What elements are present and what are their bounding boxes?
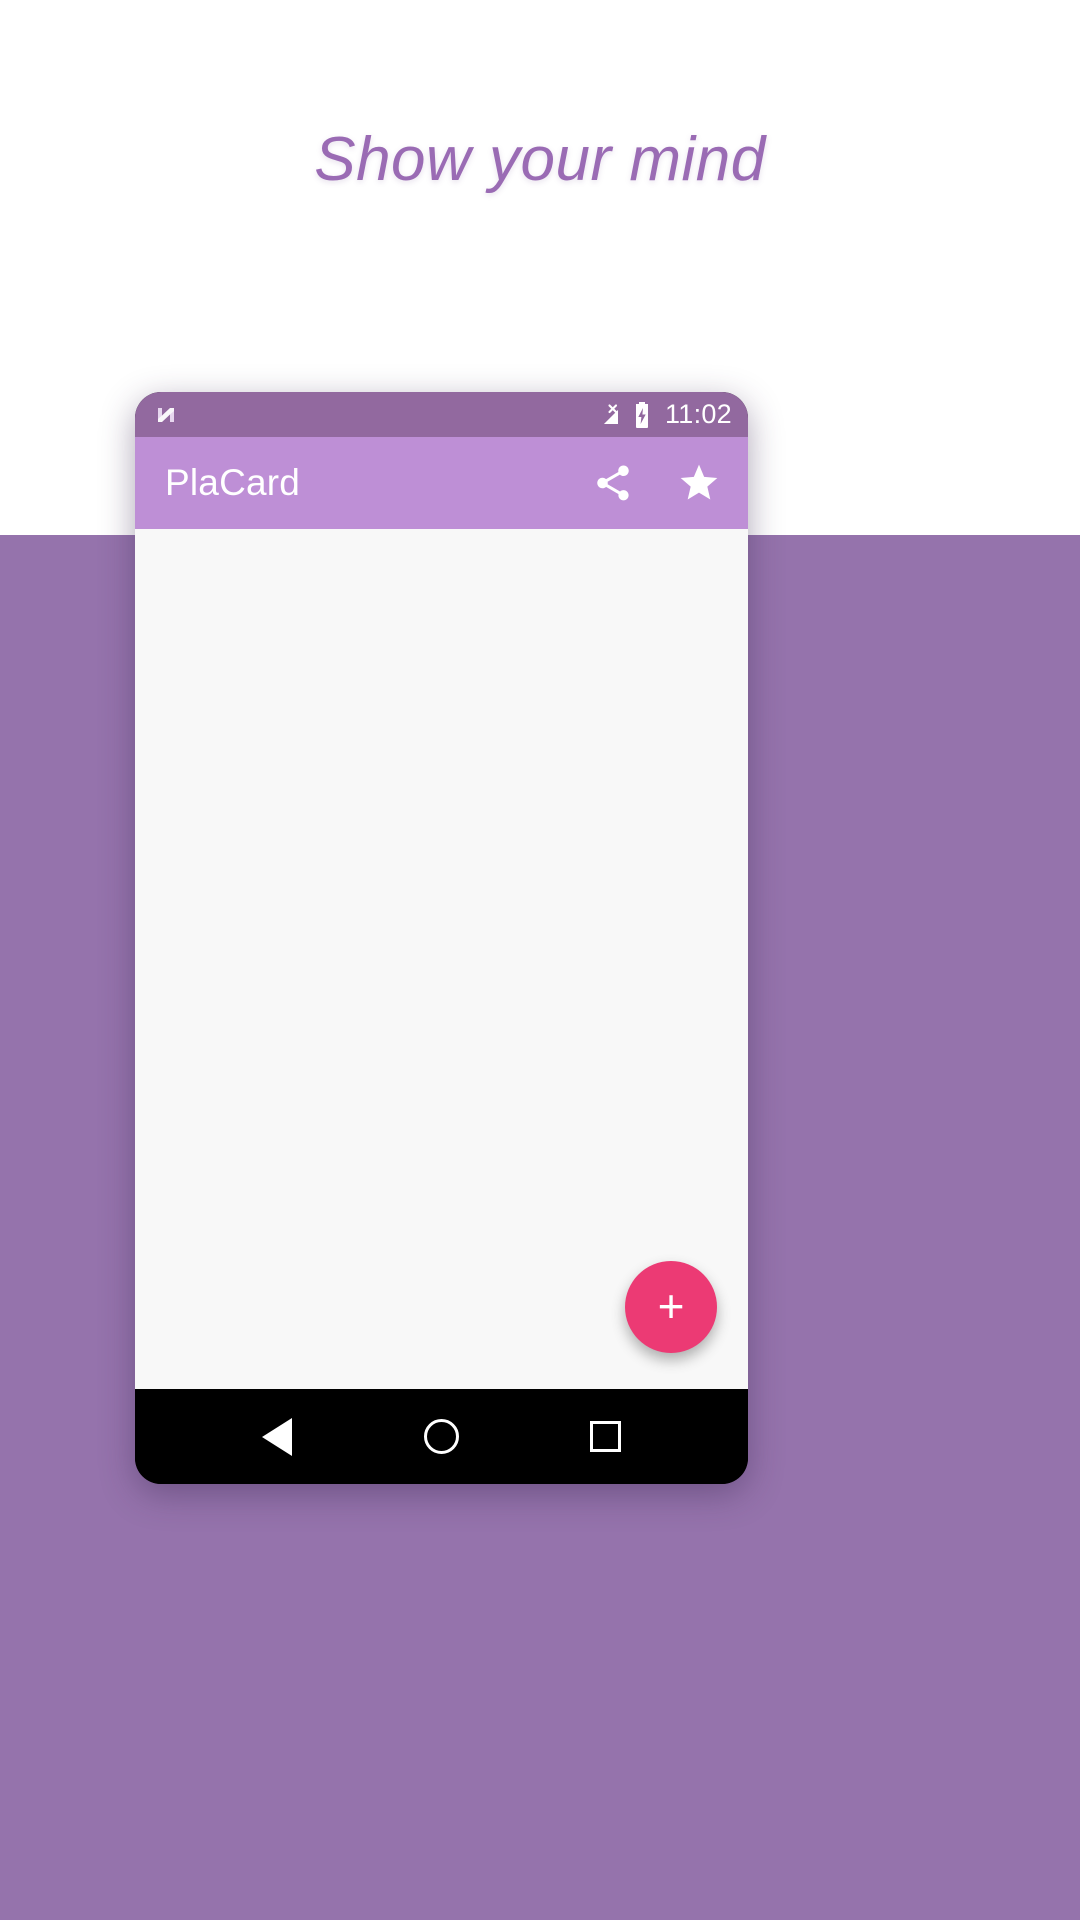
back-triangle-icon <box>262 1417 293 1456</box>
home-circle-icon <box>423 1419 459 1454</box>
system-navigation-bar <box>135 1389 748 1484</box>
share-icon[interactable] <box>590 460 636 506</box>
battery-charging-icon <box>632 401 652 429</box>
promo-headline: Show your mind <box>314 125 766 194</box>
app-bar-actions <box>590 460 722 506</box>
app-bar: PlaCard <box>135 437 748 529</box>
add-card-fab[interactable]: + <box>625 1261 717 1353</box>
status-bar-right: 11:02 <box>597 399 732 430</box>
status-bar-left <box>153 402 597 428</box>
app-title: PlaCard <box>165 462 301 503</box>
android-nougat-n-icon <box>153 402 179 428</box>
status-bar: 11:02 <box>135 392 748 437</box>
star-icon[interactable] <box>676 460 722 506</box>
nav-recents-button[interactable] <box>571 1402 641 1472</box>
nav-back-button[interactable] <box>242 1402 312 1472</box>
plus-icon: + <box>657 1279 685 1332</box>
nav-home-button[interactable] <box>406 1402 476 1472</box>
signal-no-sim-icon <box>597 402 623 428</box>
card-list-area: + <box>135 529 748 1389</box>
phone-device-frame: 11:02 PlaCard + <box>135 392 748 1484</box>
recents-square-icon <box>590 1421 622 1452</box>
status-bar-clock: 11:02 <box>664 399 732 429</box>
promo-screenshot: Show your mind 11:02 PlaCard + <box>0 0 1080 1920</box>
